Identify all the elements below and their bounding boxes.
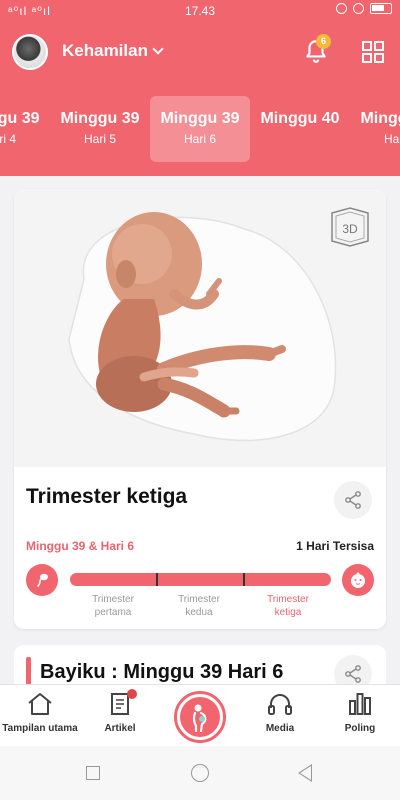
nav-articles-label: Artikel <box>104 723 136 734</box>
trimester-divider <box>156 573 158 586</box>
bar-chart-icon <box>349 693 371 715</box>
nav-media[interactable]: Media <box>240 691 320 734</box>
nav-poll-label: Poling <box>344 723 376 734</box>
system-navigation-bar <box>0 746 400 800</box>
chevron-down-icon <box>152 43 164 55</box>
nav-poll[interactable]: Poling <box>320 691 400 734</box>
recents-button[interactable] <box>86 766 100 780</box>
share-icon <box>345 665 361 683</box>
week-day-label: Minggu 39 & Hari 6 <box>26 539 135 553</box>
week-tab-selected[interactable]: Minggu 39 Hari 6 <box>150 96 250 162</box>
trimester-divider <box>243 573 245 586</box>
week-label: Minggu 39 <box>60 110 140 127</box>
notification-badge: 6 <box>316 34 331 49</box>
3d-label: 3D <box>342 222 358 236</box>
trimester-label: Trimester pertama <box>92 594 134 618</box>
pregnant-mother-icon <box>180 697 220 737</box>
headphones-icon <box>268 694 292 715</box>
fetus-card: 3D Trimester ketiga Minggu 39 & Hari 6 1… <box>14 189 386 629</box>
week-tab[interactable]: Minggu 39 Hari 4 <box>0 96 50 162</box>
mode-title: Kehamilan <box>62 41 148 60</box>
week-tab[interactable]: Minggu 40 Hari 1 <box>350 96 400 162</box>
alarm-icon <box>353 3 364 14</box>
day-label: Hari 5 <box>83 132 116 146</box>
week-selector: Minggu 39 Hari 4 Minggu 39 Hari 5 Minggu… <box>0 96 400 162</box>
nav-media-label: Media <box>265 723 295 734</box>
nav-articles[interactable]: Artikel <box>80 689 160 734</box>
battery-icon <box>370 3 392 14</box>
avatar[interactable] <box>12 34 48 70</box>
nav-home[interactable]: Tampilan utama <box>0 691 80 734</box>
mode-selector[interactable]: Kehamilan <box>62 41 164 61</box>
bottom-navigation: Tampilan utama Artikel Media Poling <box>0 684 400 746</box>
share-button[interactable] <box>334 481 372 519</box>
pregnancy-button[interactable] <box>174 691 226 743</box>
week-tab[interactable]: Minggu 39 Hari 5 <box>50 96 150 162</box>
app-bar: Kehamilan 6 <box>0 28 400 78</box>
week-label: Minggu 39 <box>160 110 240 127</box>
day-label: Hari 4 <box>0 132 16 146</box>
3d-view-icon[interactable]: 3D <box>328 207 372 247</box>
home-icon <box>28 693 52 715</box>
day-label: Hari 1 <box>383 132 400 146</box>
share-icon <box>345 491 361 509</box>
new-article-dot <box>127 689 137 699</box>
week-label: Minggu 40 <box>260 110 340 127</box>
system-icons <box>336 3 392 14</box>
back-button[interactable] <box>298 764 312 782</box>
sperm-icon <box>26 564 58 596</box>
week-label: Minggu 40 <box>360 110 400 127</box>
day-label: Hari 6 <box>183 132 216 146</box>
trimester-label: Trimester kedua <box>178 594 220 618</box>
days-remaining: 1 Hari Tersisa <box>296 539 374 553</box>
week-label: Minggu 39 <box>0 110 40 127</box>
home-button[interactable] <box>191 764 209 782</box>
header-area: ᵃ⁰ıl ᵃ⁰ıl 17.43 Kehamilan 6 Minggu 39 Ha <box>0 0 400 176</box>
status-bar: ᵃ⁰ıl ᵃ⁰ıl 17.43 <box>0 0 400 22</box>
nav-home-label: Tampilan utama <box>2 723 78 734</box>
week-tab[interactable]: Minggu 40 <box>250 96 350 162</box>
trimester-label-current: Trimester ketiga <box>267 594 309 618</box>
trimester-title: Trimester ketiga <box>26 485 188 508</box>
baby-week-title: Bayiku : Minggu 39 Hari 6 <box>40 661 284 683</box>
pregnancy-progress-bar <box>70 573 331 586</box>
accent-bar <box>26 657 31 685</box>
grid-menu-icon[interactable] <box>362 41 384 63</box>
dnd-icon <box>336 3 347 14</box>
baby-face-icon <box>342 564 374 596</box>
